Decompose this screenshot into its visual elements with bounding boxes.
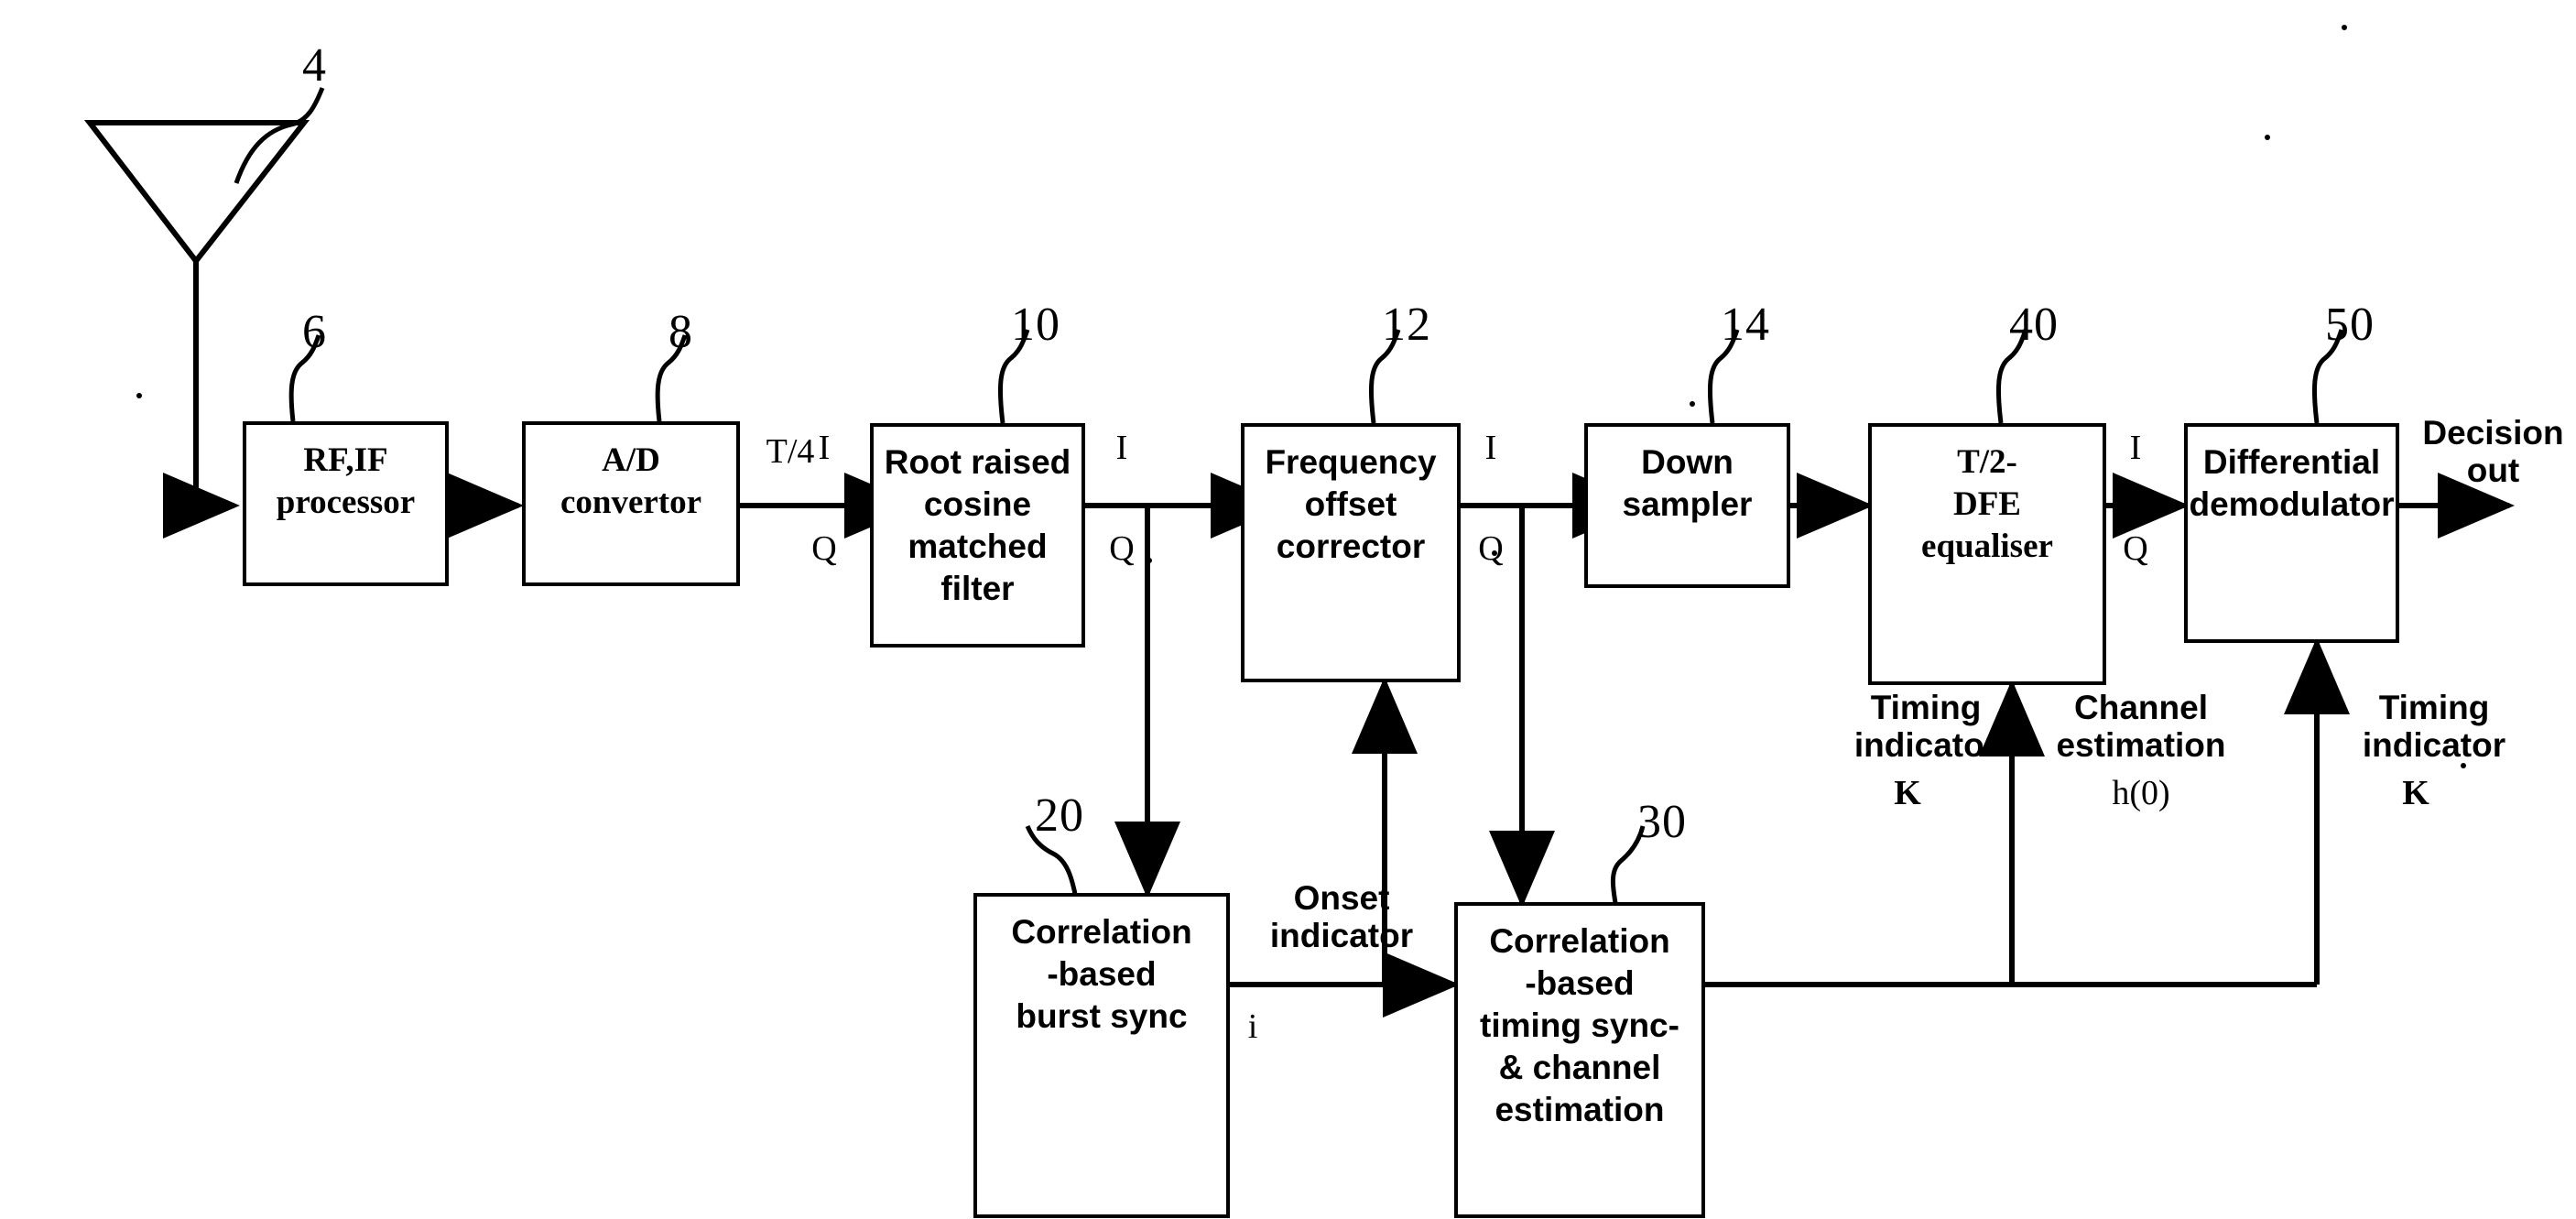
signal-label-onset-indicator: Onset indicator [1269,879,1414,955]
signal-label-timing-indicator-right-symbol: K [2402,774,2429,812]
figure-canvas: 4 6 8 10 12 14 40 50 20 30 RF,IF process… [0,0,2576,1219]
block-down-sampler[interactable]: Down sampler [1584,423,1790,588]
ref-numeral-4: 4 [302,39,327,92]
block-label: Correlation -based burst sync [1011,913,1192,1035]
block-differential-demodulator[interactable]: Differential demodulator [2184,423,2399,643]
ref-numeral-6: 6 [302,306,327,358]
ref-numeral-20: 20 [1035,789,1084,842]
block-label: RF,IF processor [276,441,416,521]
signal-label-i-rrc: I [1115,429,1128,467]
ref-numeral-10: 10 [1011,299,1060,351]
block-label: Root raised cosine matched filter [884,443,1071,607]
signal-label-q-rrc: Q [1109,529,1135,568]
signal-label-timing-indicator-left-symbol: K [1894,774,1921,812]
block-label: A/D convertor [560,441,702,521]
block-label: T/2- DFE equaliser [1921,443,2053,565]
signal-label-q-dfe: Q [2123,529,2148,568]
signal-label-q-foc: Q [1478,529,1504,568]
signal-label-q-adc: Q [811,529,837,568]
signal-label-i-dfe: I [2129,429,2142,467]
signal-label-channel-estimation: Channel estimation [2056,689,2226,765]
block-root-raised-cosine-matched-filter[interactable]: Root raised cosine matched filter [870,423,1085,648]
ref-numeral-30: 30 [1637,796,1687,848]
block-t2-dfe-equaliser[interactable]: T/2- DFE equaliser [1868,423,2106,685]
block-label: Frequency offset corrector [1265,443,1437,565]
block-frequency-offset-corrector[interactable]: Frequency offset corrector [1241,423,1461,682]
block-label: Differential demodulator [2189,443,2395,523]
signal-label-i-foc: I [1484,429,1497,467]
ref-numeral-40: 40 [2009,299,2059,351]
ref-numeral-50: 50 [2325,299,2375,351]
signal-label-i-adc: I [818,429,831,467]
ref-numeral-8: 8 [668,306,693,358]
ref-numeral-12: 12 [1382,299,1431,351]
signal-label-channel-estimation-symbol: h(0) [2112,774,2170,812]
block-ad-convertor[interactable]: A/D convertor [522,421,740,586]
signal-label-onset-symbol: i [1247,1007,1258,1046]
signal-label-timing-indicator-left: Timing indicator [1853,689,1998,765]
signal-label-decision-out: Decision out [2422,414,2564,490]
signal-label-timing-indicator-right: Timing indicator [2362,689,2506,765]
ref-numeral-14: 14 [1721,299,1770,351]
block-correlation-based-burst-sync[interactable]: Correlation -based burst sync [973,893,1230,1218]
block-correlation-based-timing-sync-channel-estimation[interactable]: Correlation -based timing sync- & channe… [1454,902,1705,1218]
block-rf-if-processor[interactable]: RF,IF processor [243,421,449,586]
block-label: Down sampler [1622,443,1753,523]
block-label: Correlation -based timing sync- & channe… [1480,922,1679,1128]
